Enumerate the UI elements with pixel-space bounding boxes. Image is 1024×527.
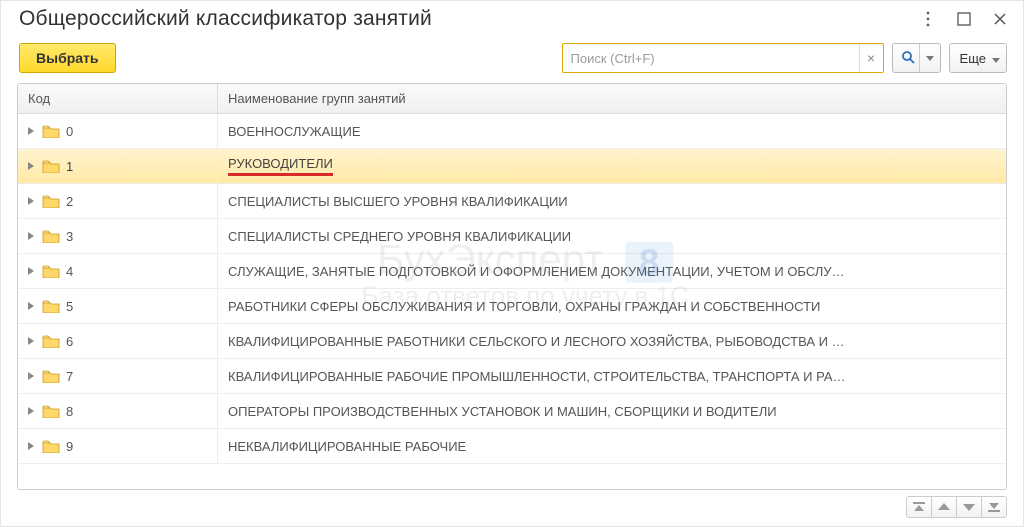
folder-icon xyxy=(42,264,60,278)
code-value: 7 xyxy=(66,369,73,384)
folder-icon xyxy=(42,439,60,453)
name-value: СПЕЦИАЛИСТЫ СРЕДНЕГО УРОВНЯ КВАЛИФИКАЦИИ xyxy=(228,229,571,244)
search-button[interactable] xyxy=(892,43,941,73)
folder-icon xyxy=(42,404,60,418)
expand-icon[interactable] xyxy=(26,126,36,136)
cell-code: 4 xyxy=(18,254,218,288)
column-header-name[interactable]: Наименование групп занятий xyxy=(218,84,1006,113)
dialog-window: Общероссийский классификатор занятий Выб… xyxy=(0,0,1024,527)
name-value: КВАЛИФИЦИРОВАННЫЕ РАБОЧИЕ ПРОМЫШЛЕННОСТИ… xyxy=(228,369,846,384)
cell-name: ОПЕРАТОРЫ ПРОИЗВОДСТВЕННЫХ УСТАНОВОК И М… xyxy=(218,394,1006,428)
cell-code: 3 xyxy=(18,219,218,253)
name-value: ОПЕРАТОРЫ ПРОИЗВОДСТВЕННЫХ УСТАНОВОК И М… xyxy=(228,404,777,419)
name-value: СПЕЦИАЛИСТЫ ВЫСШЕГО УРОВНЯ КВАЛИФИКАЦИИ xyxy=(228,194,568,209)
table-row[interactable]: 1 РУКОВОДИТЕЛИ xyxy=(18,149,1006,184)
cell-name: НЕКВАЛИФИЦИРОВАННЫЕ РАБОЧИЕ xyxy=(218,429,1006,463)
code-value: 8 xyxy=(66,404,73,419)
cell-code: 1 xyxy=(18,149,218,183)
folder-icon xyxy=(42,299,60,313)
cell-name: КВАЛИФИЦИРОВАННЫЕ РАБОЧИЕ ПРОМЫШЛЕННОСТИ… xyxy=(218,359,1006,393)
name-value: СЛУЖАЩИЕ, ЗАНЯТЫЕ ПОДГОТОВКОЙ И ОФОРМЛЕН… xyxy=(228,264,845,279)
titlebar: Общероссийский классификатор занятий xyxy=(1,1,1023,35)
cell-name: ВОЕННОСЛУЖАЩИЕ xyxy=(218,114,1006,148)
cell-code: 6 xyxy=(18,324,218,358)
expand-icon[interactable] xyxy=(26,266,36,276)
cell-name: СПЕЦИАЛИСТЫ ВЫСШЕГО УРОВНЯ КВАЛИФИКАЦИИ xyxy=(218,184,1006,218)
close-icon[interactable] xyxy=(991,10,1009,28)
nav-top-icon[interactable] xyxy=(906,496,932,518)
table-row[interactable]: 0 ВОЕННОСЛУЖАЩИЕ xyxy=(18,114,1006,149)
table-row[interactable]: 7 КВАЛИФИЦИРОВАННЫЕ РАБОЧИЕ ПРОМЫШЛЕННОСТ… xyxy=(18,359,1006,394)
code-value: 1 xyxy=(66,159,73,174)
code-value: 9 xyxy=(66,439,73,454)
toolbar: Выбрать × Еще xyxy=(1,35,1023,83)
column-header-code[interactable]: Код xyxy=(18,84,218,113)
window-controls xyxy=(919,10,1009,28)
window-title: Общероссийский классификатор занятий xyxy=(19,7,919,31)
cell-name: РАБОТНИКИ СФЕРЫ ОБСЛУЖИВАНИЯ И ТОРГОВЛИ,… xyxy=(218,289,1006,323)
more-button-label: Еще xyxy=(960,51,986,66)
table-row[interactable]: 6 КВАЛИФИЦИРОВАННЫЕ РАБОТНИКИ СЕЛЬСКОГО И… xyxy=(18,324,1006,359)
kebab-icon[interactable] xyxy=(919,10,937,28)
name-value: КВАЛИФИЦИРОВАННЫЕ РАБОТНИКИ СЕЛЬСКОГО И … xyxy=(228,334,845,349)
code-value: 2 xyxy=(66,194,73,209)
code-value: 4 xyxy=(66,264,73,279)
expand-icon[interactable] xyxy=(26,301,36,311)
expand-icon[interactable] xyxy=(26,161,36,171)
table-row[interactable]: 2 СПЕЦИАЛИСТЫ ВЫСШЕГО УРОВНЯ КВАЛИФИКАЦИИ xyxy=(18,184,1006,219)
cell-name: СПЕЦИАЛИСТЫ СРЕДНЕГО УРОВНЯ КВАЛИФИКАЦИИ xyxy=(218,219,1006,253)
cell-name: КВАЛИФИЦИРОВАННЫЕ РАБОТНИКИ СЕЛЬСКОГО И … xyxy=(218,324,1006,358)
more-dropdown-icon xyxy=(992,51,1000,66)
code-value: 6 xyxy=(66,334,73,349)
table-row[interactable]: 9 НЕКВАЛИФИЦИРОВАННЫЕ РАБОЧИЕ xyxy=(18,429,1006,464)
cell-code: 0 xyxy=(18,114,218,148)
cell-code: 5 xyxy=(18,289,218,323)
nav-down-icon[interactable] xyxy=(956,496,982,518)
code-value: 3 xyxy=(66,229,73,244)
maximize-icon[interactable] xyxy=(955,10,973,28)
cell-name: РУКОВОДИТЕЛИ xyxy=(218,149,1006,183)
magnifier-icon xyxy=(901,50,915,67)
search-field-wrap: × xyxy=(562,43,884,73)
search-dropdown-icon[interactable] xyxy=(919,44,940,72)
folder-icon xyxy=(42,334,60,348)
cell-code: 2 xyxy=(18,184,218,218)
table-row[interactable]: 8 ОПЕРАТОРЫ ПРОИЗВОДСТВЕННЫХ УСТАНОВОК И … xyxy=(18,394,1006,429)
table-row[interactable]: 5 РАБОТНИКИ СФЕРЫ ОБСЛУЖИВАНИЯ И ТОРГОВЛИ… xyxy=(18,289,1006,324)
cell-code: 9 xyxy=(18,429,218,463)
expand-icon[interactable] xyxy=(26,441,36,451)
folder-icon xyxy=(42,124,60,138)
table-row[interactable]: 4 СЛУЖАЩИЕ, ЗАНЯТЫЕ ПОДГОТОВКОЙ И ОФОРМЛЕ… xyxy=(18,254,1006,289)
name-value: РАБОТНИКИ СФЕРЫ ОБСЛУЖИВАНИЯ И ТОРГОВЛИ,… xyxy=(228,299,820,314)
expand-icon[interactable] xyxy=(26,371,36,381)
expand-icon[interactable] xyxy=(26,406,36,416)
cell-name: СЛУЖАЩИЕ, ЗАНЯТЫЕ ПОДГОТОВКОЙ И ОФОРМЛЕН… xyxy=(218,254,1006,288)
name-value: РУКОВОДИТЕЛИ xyxy=(228,156,333,176)
folder-icon xyxy=(42,159,60,173)
table-row[interactable]: 3 СПЕЦИАЛИСТЫ СРЕДНЕГО УРОВНЯ КВАЛИФИКАЦИ… xyxy=(18,219,1006,254)
clear-search-icon[interactable]: × xyxy=(859,44,883,72)
code-value: 5 xyxy=(66,299,73,314)
more-button[interactable]: Еще xyxy=(949,43,1007,73)
expand-icon[interactable] xyxy=(26,196,36,206)
folder-icon xyxy=(42,229,60,243)
code-value: 0 xyxy=(66,124,73,139)
select-button[interactable]: Выбрать xyxy=(19,43,116,73)
name-value: ВОЕННОСЛУЖАЩИЕ xyxy=(228,124,361,139)
search-input[interactable] xyxy=(563,47,859,70)
table: Код Наименование групп занятий 0 ВОЕННОСЛ… xyxy=(17,83,1007,490)
expand-icon[interactable] xyxy=(26,231,36,241)
name-value: НЕКВАЛИФИЦИРОВАННЫЕ РАБОЧИЕ xyxy=(228,439,466,454)
nav-up-icon[interactable] xyxy=(931,496,957,518)
table-header: Код Наименование групп занятий xyxy=(18,84,1006,114)
expand-icon[interactable] xyxy=(26,336,36,346)
folder-icon xyxy=(42,194,60,208)
folder-icon xyxy=(42,369,60,383)
cell-code: 8 xyxy=(18,394,218,428)
nav-buttons xyxy=(1,490,1023,518)
cell-code: 7 xyxy=(18,359,218,393)
table-body: 0 ВОЕННОСЛУЖАЩИЕ 1 РУКОВОДИТЕЛИ 2 СПЕЦИАЛИС… xyxy=(18,114,1006,489)
nav-bottom-icon[interactable] xyxy=(981,496,1007,518)
